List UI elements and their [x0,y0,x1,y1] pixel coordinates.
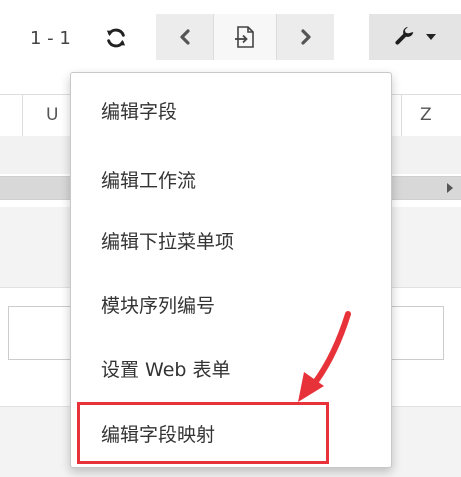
menu-item-edit-picklist[interactable]: 编辑下拉菜单项 [71,209,391,271]
wrench-icon [395,26,414,45]
column-divider [22,95,23,136]
chevron-right-icon [300,29,311,45]
previous-page-button[interactable] [156,14,213,60]
import-file-icon [235,26,254,48]
settings-dropdown-button[interactable] [369,14,461,60]
refresh-button[interactable] [103,24,129,52]
annotation-highlight-box [77,402,329,464]
caret-down-icon [426,34,436,40]
menu-item-edit-fields[interactable]: 编辑字段 [71,79,391,141]
refresh-icon [106,28,126,48]
chevron-left-icon [179,29,190,45]
column-header-z[interactable]: Z [420,105,432,125]
annotation-arrow-icon [298,311,351,402]
menu-item-edit-workflow[interactable]: 编辑工作流 [71,148,391,210]
pagination-nav [156,14,334,60]
import-button[interactable] [213,14,277,60]
pager-count: 1 - 1 [30,28,71,49]
next-page-button[interactable] [277,14,334,60]
column-divider [401,95,402,136]
column-header-u[interactable]: U [46,105,58,125]
scroll-right-arrow-icon[interactable] [447,183,453,193]
